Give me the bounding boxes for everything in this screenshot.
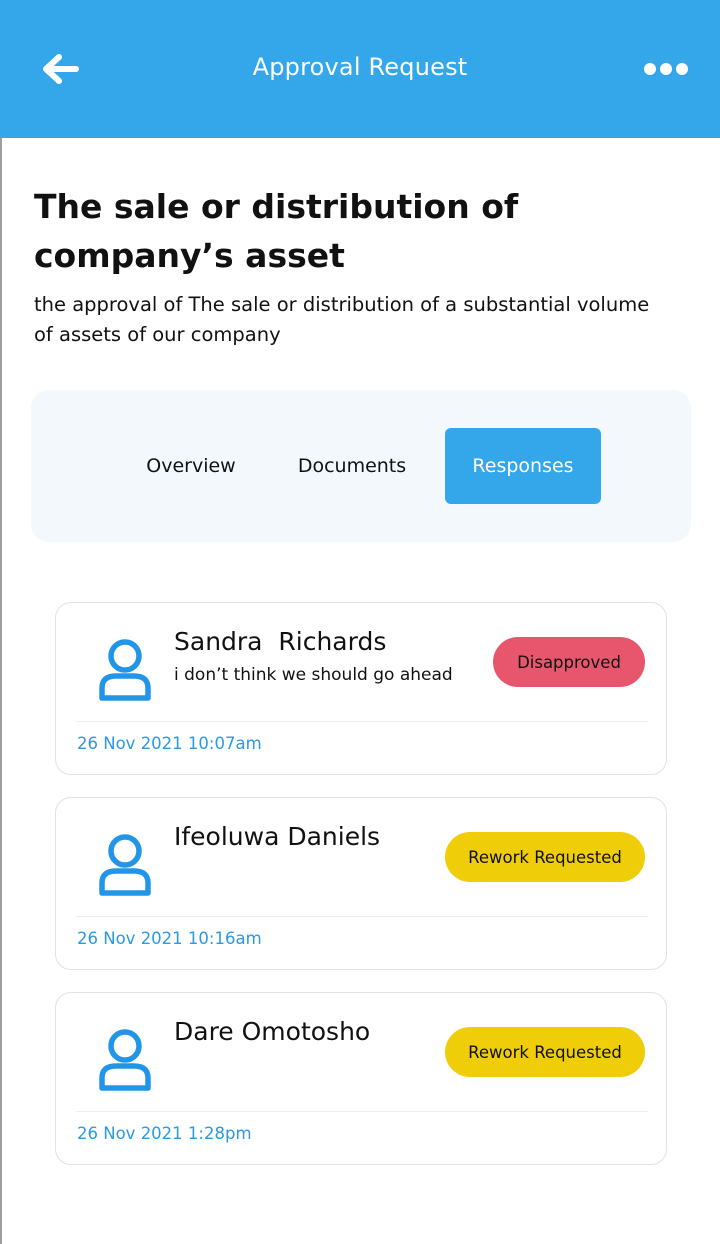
response-card[interactable]: Ifeoluwa Daniels Rework Requested 26 Nov… [55,797,667,970]
more-horizontal-icon [676,63,688,75]
more-horizontal-icon [660,63,672,75]
responder-name: Sandra Richards [174,627,387,656]
response-timestamp: 26 Nov 2021 10:16am [77,929,262,948]
request-title: The sale or distribution of company’s as… [34,187,519,275]
card-divider [76,916,648,917]
user-icon [99,834,151,896]
tab-documents[interactable]: Documents [285,428,419,504]
more-horizontal-icon [644,63,656,75]
tab-bar: Overview Documents Responses [31,390,691,542]
user-icon [99,1029,151,1091]
response-timestamp: 26 Nov 2021 1:28pm [77,1124,252,1143]
left-edge-divider [0,138,2,1244]
more-options-button[interactable] [640,52,692,86]
response-card[interactable]: Sandra Richards i don’t think we should … [55,602,667,775]
status-badge: Disapproved [493,637,645,687]
app-header: Approval Request [0,0,720,138]
card-divider [76,1111,648,1112]
status-badge: Rework Requested [445,832,645,882]
tab-overview[interactable]: Overview [121,428,261,504]
response-comment: i don’t think we should go ahead [174,665,453,685]
tab-responses[interactable]: Responses [445,428,601,504]
card-divider [76,721,648,722]
request-description: the approval of The sale or distribution… [34,293,650,346]
responder-name: Dare Omotosho [174,1017,371,1046]
response-card[interactable]: Dare Omotosho Rework Requested 26 Nov 20… [55,992,667,1165]
header-title: Approval Request [252,53,468,81]
responder-name: Ifeoluwa Daniels [174,822,381,851]
status-badge: Rework Requested [445,1027,645,1077]
user-icon [99,639,151,701]
response-timestamp: 26 Nov 2021 10:07am [77,734,262,753]
